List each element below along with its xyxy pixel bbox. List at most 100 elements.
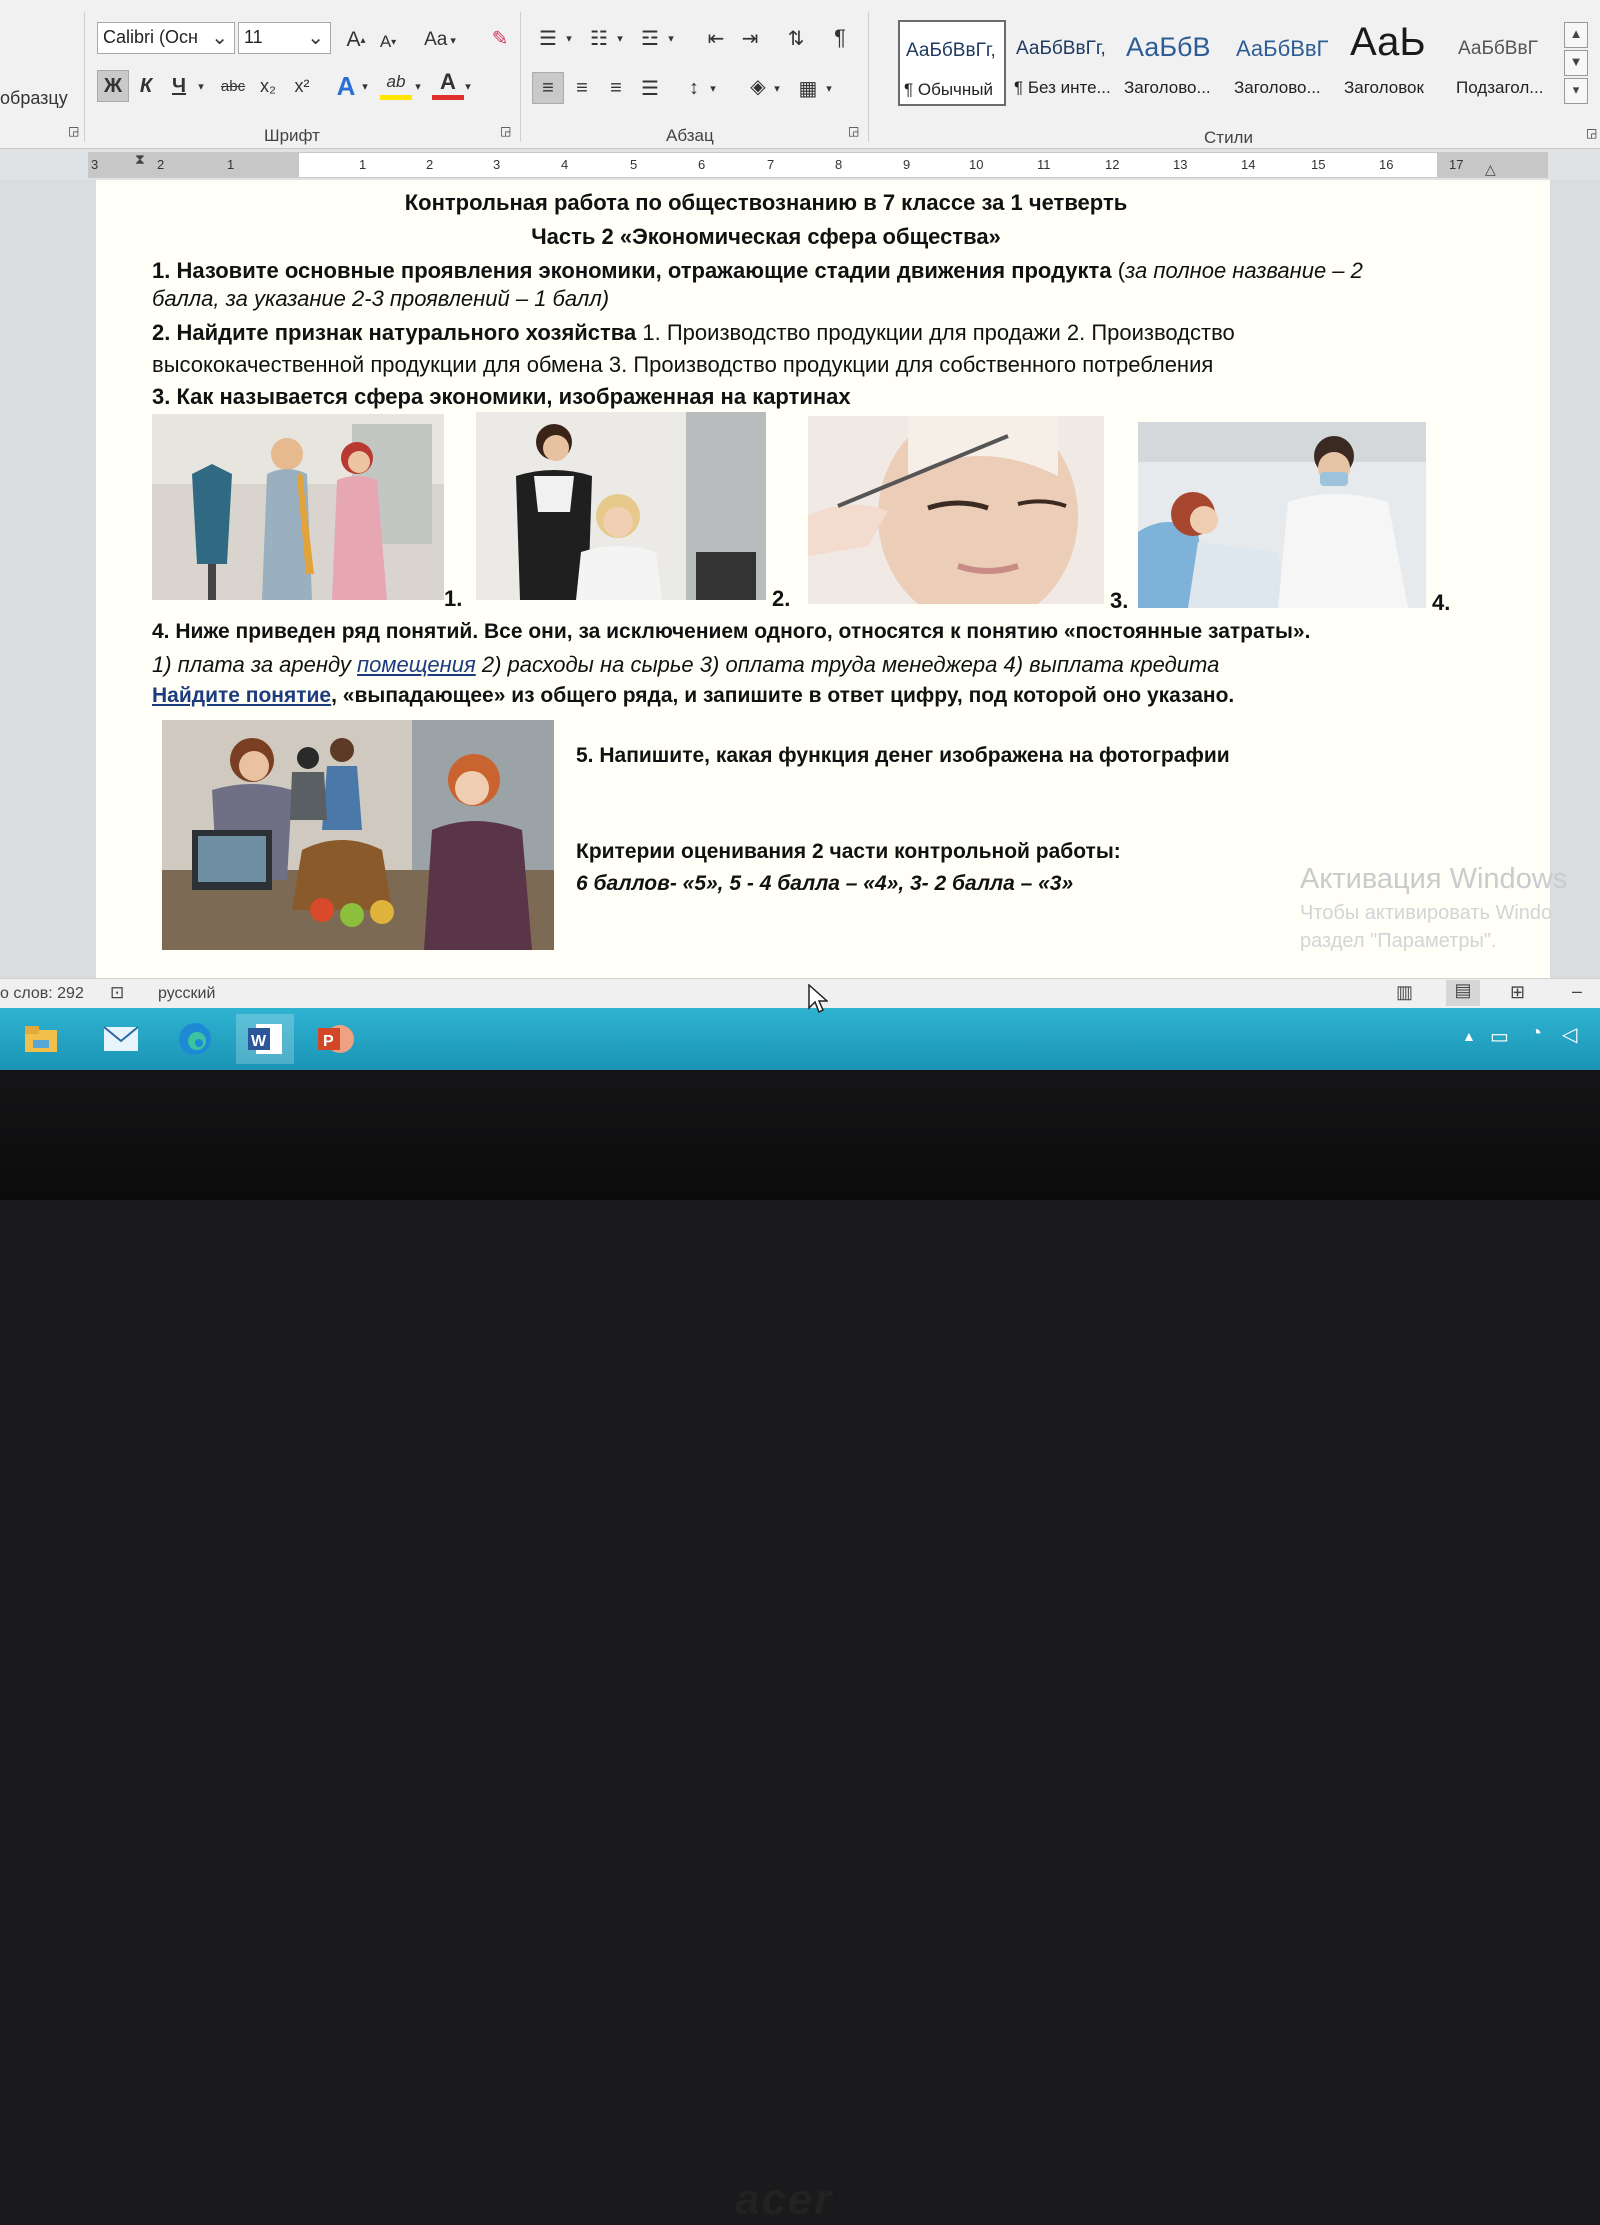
strikethrough-button[interactable]: abc (215, 70, 251, 102)
question-1-points: за полное название – 2 (1125, 258, 1363, 283)
taskbar: W P ▲ ▭ ◔ ◁ (0, 1008, 1600, 1070)
justify-button[interactable]: ☰ (634, 72, 666, 104)
spelling-underlined-word[interactable]: помещения (357, 652, 476, 677)
language-indicator[interactable]: русский (158, 985, 215, 1003)
document-page[interactable]: Контрольная работа по обществознанию в 7… (96, 180, 1550, 980)
text-effects-icon: A (336, 70, 356, 101)
chevron-down-icon: ▾ (362, 80, 368, 93)
ruler-number: 10 (969, 157, 984, 172)
underline-button[interactable]: Ч (163, 70, 195, 102)
borders-dropdown[interactable]: ▾ (822, 72, 836, 104)
file-explorer-icon[interactable] (12, 1014, 70, 1064)
horizontal-ruler[interactable]: 3 2 1 1 2 3 4 5 6 7 8 9 10 11 12 13 14 1… (88, 151, 1548, 178)
bold-button[interactable]: Ж (97, 70, 129, 102)
style-no-spacing[interactable]: АаБбВвГг, ¶ Без инте... (1010, 20, 1118, 106)
grow-font-button[interactable]: A ▴ (340, 24, 372, 56)
chevron-down-icon: ⌄ (307, 27, 324, 49)
windows-activation-hint-2: раздел "Параметры". (1300, 930, 1497, 952)
wifi-icon[interactable]: ◔ (1530, 1022, 1542, 1045)
underline-dropdown[interactable]: ▾ (192, 70, 210, 102)
word-count[interactable]: о слов: 292 (0, 985, 84, 1003)
align-center-button[interactable]: ≡ (566, 72, 598, 104)
clipboard-launcher-icon[interactable]: ◲ (68, 124, 79, 138)
styles-group-label: Стили (1204, 128, 1253, 147)
question-4-options: 1) плата за аренду помещения 2) расходы … (152, 652, 1219, 678)
word-icon[interactable]: W (236, 1014, 294, 1064)
read-mode-icon[interactable]: ▥ (1396, 982, 1413, 1003)
ruler-number: 2 (426, 157, 434, 172)
question-5: 5. Напишите, какая функция денег изображ… (576, 744, 1230, 768)
web-layout-icon[interactable]: ⊞ (1510, 982, 1525, 1003)
italic-button[interactable]: К (130, 70, 162, 102)
find-concept-link[interactable]: Найдите понятие (152, 684, 331, 707)
style-sample: АаЬ (1350, 20, 1426, 64)
show-marks-button[interactable]: ¶ (824, 22, 856, 54)
style-sample: АаБбВ (1126, 32, 1211, 62)
style-heading-2[interactable]: АаБбВвГ Заголово... (1230, 20, 1338, 106)
font-color-dropdown[interactable]: ▾ (460, 70, 476, 102)
style-title[interactable]: АаЬ Заголовок (1340, 20, 1448, 106)
options-2-4-text: 2) расходы на сырье 3) оплата труда мене… (481, 652, 1220, 677)
indent-marker-icon[interactable]: ⧗ (135, 151, 145, 168)
paint-bucket-icon: ◈ (750, 75, 766, 98)
style-normal[interactable]: АаБбВвГг, ¶ Обычный (898, 20, 1006, 106)
highlight-button[interactable]: ab (380, 68, 412, 100)
question-1: 1. Назовите основные проявления экономик… (152, 258, 1363, 284)
shrink-font-button[interactable]: A ▾ (372, 26, 404, 58)
multilevel-list-button[interactable]: ☲ (634, 22, 666, 54)
edge-icon[interactable] (166, 1014, 224, 1064)
numbering-button[interactable]: ☷ (583, 22, 615, 54)
style-name: ¶ Без инте... (1014, 78, 1111, 97)
increase-indent-button[interactable]: ⇥ (734, 22, 766, 54)
styles-scroll-down[interactable]: ▼ (1564, 50, 1588, 76)
styles-more[interactable]: ▾ (1564, 78, 1588, 104)
divider (520, 12, 521, 142)
svg-text:P: P (323, 1033, 334, 1050)
question-1-text: 1. Назовите основные проявления экономик… (152, 258, 1112, 283)
print-layout-icon[interactable]: ▤ (1446, 980, 1480, 1006)
format-painter-label[interactable]: образцу (0, 88, 68, 109)
show-hidden-icons-icon[interactable]: ▲ (1462, 1028, 1476, 1044)
more-icon: ▾ (1572, 82, 1580, 97)
right-indent-marker-icon[interactable]: △ (1485, 161, 1496, 178)
change-case-button[interactable]: Aa ▾ (416, 24, 464, 56)
subscript-button[interactable]: x₂ (252, 70, 284, 102)
photo-label-4: 4. (1432, 590, 1451, 615)
sort-button[interactable]: ⇅ (780, 22, 812, 54)
zoom-out-icon[interactable]: – (1572, 981, 1582, 1002)
font-size-value: 11 (244, 27, 263, 47)
font-size-combo[interactable]: 11 ⌄ (238, 22, 331, 54)
borders-button[interactable]: ▦ (792, 72, 824, 104)
shading-dropdown[interactable]: ▾ (770, 72, 784, 104)
proofing-icon[interactable]: ⊡ (110, 983, 124, 1003)
clear-formatting-button[interactable]: ✎ (484, 22, 516, 54)
highlight-dropdown[interactable]: ▾ (410, 70, 426, 102)
mail-icon[interactable] (92, 1014, 150, 1064)
ruler-number: 6 (698, 157, 706, 172)
numbering-dropdown[interactable]: ▾ (613, 22, 627, 54)
styles-scroll-up[interactable]: ▲ (1564, 22, 1588, 48)
line-spacing-dropdown[interactable]: ▾ (706, 72, 720, 104)
photo-tailoring (152, 414, 444, 600)
style-name: Заголовок (1344, 78, 1424, 97)
style-heading-1[interactable]: АаБбВ Заголово... (1120, 20, 1228, 106)
style-subtitle[interactable]: АаБбВвГ Подзагол... (1452, 20, 1556, 106)
bullets-button[interactable]: ☰ (532, 22, 564, 54)
superscript-button[interactable]: x² (286, 70, 318, 102)
text-effects-dropdown[interactable]: ▾ (357, 70, 373, 102)
font-name-combo[interactable]: Calibri (Осн ⌄ (97, 22, 235, 54)
align-left-button[interactable]: ≡ (532, 72, 564, 104)
powerpoint-icon[interactable]: P (306, 1014, 364, 1064)
line-spacing-icon: ↕ (689, 76, 699, 99)
align-right-button[interactable]: ≡ (600, 72, 632, 104)
styles-dialog-launcher-icon[interactable]: ◲ (1586, 126, 1597, 140)
multilevel-dropdown[interactable]: ▾ (664, 22, 678, 54)
volume-icon[interactable]: ◁ (1562, 1022, 1577, 1047)
font-dialog-launcher-icon[interactable]: ◲ (500, 124, 511, 138)
decrease-indent-button[interactable]: ⇤ (700, 22, 732, 54)
paragraph-dialog-launcher-icon[interactable]: ◲ (848, 124, 859, 138)
screen: образцу ◲ Calibri (Осн ⌄ 11 ⌄ A ▴ A ▾ Aa ▾ … (0, 0, 1600, 1070)
battery-icon[interactable]: ▭ (1490, 1024, 1509, 1049)
bullets-dropdown[interactable]: ▾ (562, 22, 576, 54)
sort-az-icon: ⇅ (787, 27, 805, 50)
